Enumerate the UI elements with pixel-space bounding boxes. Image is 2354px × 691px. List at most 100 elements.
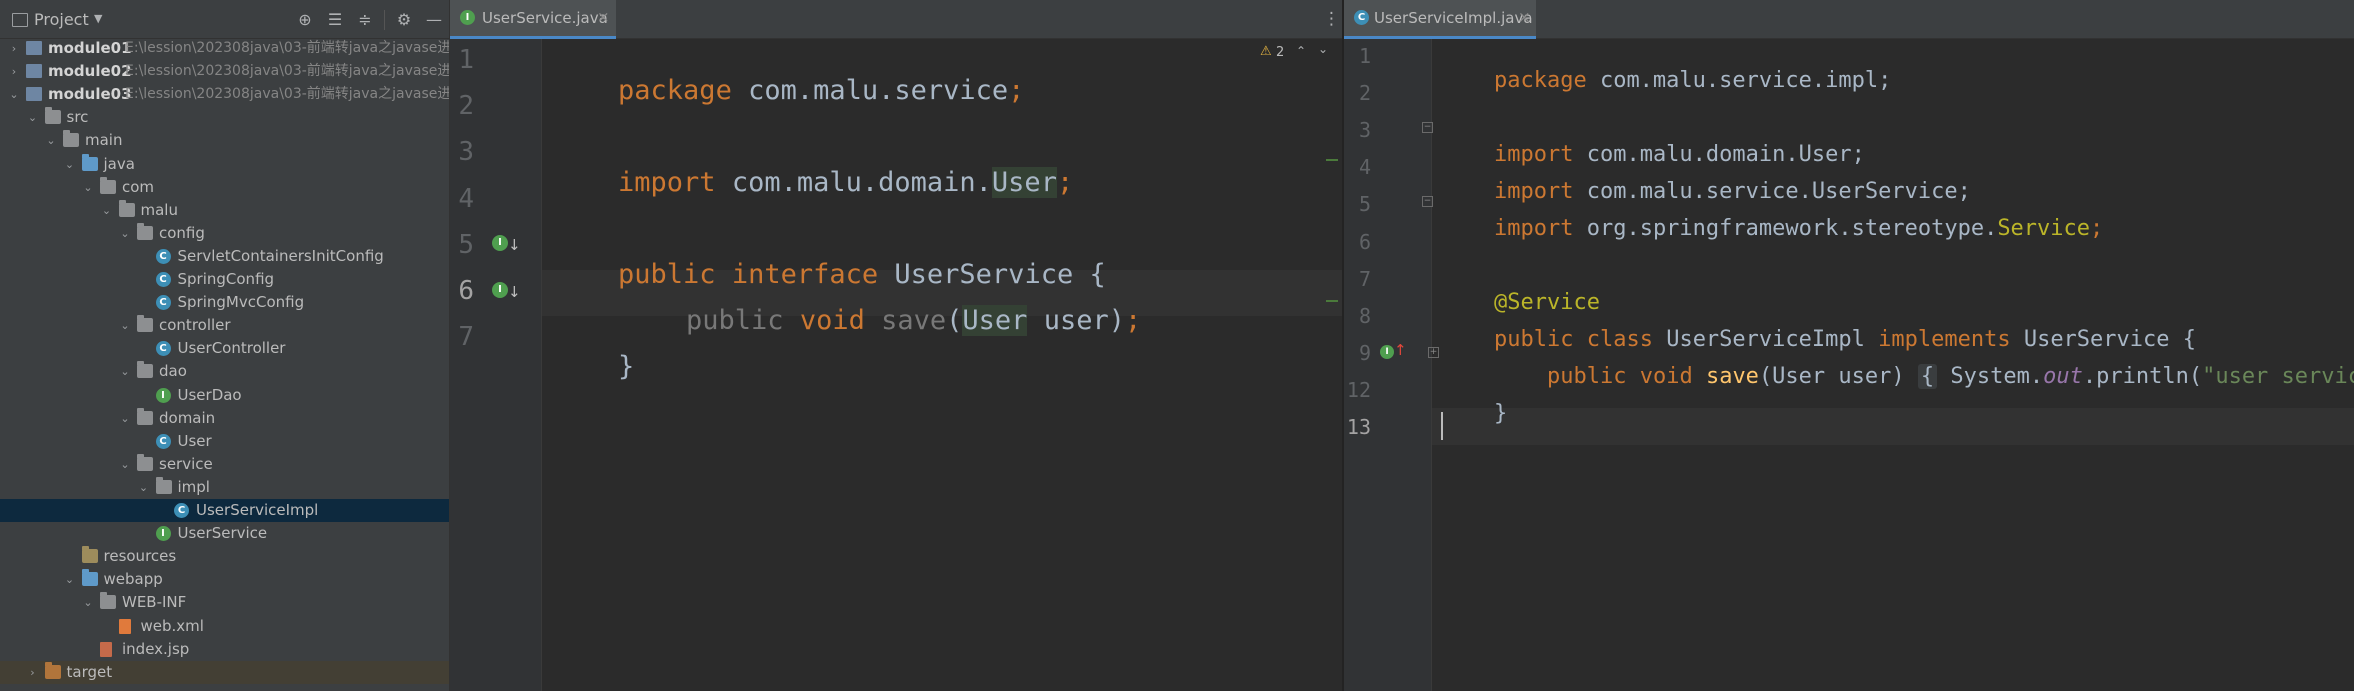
implements-icon[interactable]: I xyxy=(1380,345,1394,359)
expand-all-icon[interactable]: ☰ xyxy=(324,9,346,31)
tree-item-service[interactable]: ⌄ service xyxy=(0,453,449,476)
tree-item-springmvcconfig[interactable]: C SpringMvcConfig xyxy=(0,291,449,314)
code-line-9[interactable]: public void save(User user) { System.out… xyxy=(1494,339,2354,414)
code-line-1[interactable]: package com.malu.service.impl; xyxy=(1441,43,1891,118)
tree-item-springconfig[interactable]: C SpringConfig xyxy=(0,268,449,291)
project-view-dropdown[interactable]: Project xyxy=(34,10,89,29)
collapse-all-icon[interactable]: ≑ xyxy=(354,9,376,31)
tree-item-controller[interactable]: ⌄ controller xyxy=(0,314,449,337)
tab-userserviceimpl[interactable]: C UserServiceImpl.java × xyxy=(1344,0,1536,39)
chevron-down-icon[interactable]: ⌄ xyxy=(119,314,131,337)
close-icon[interactable]: × xyxy=(597,8,610,26)
chevron-down-icon[interactable]: ⌄ xyxy=(119,222,131,245)
folder-icon xyxy=(137,222,153,240)
chevron-down-icon[interactable]: ⌄ xyxy=(8,83,20,106)
tree-item-servletcontainersinitconfig[interactable]: C ServletContainersInitConfig xyxy=(0,245,449,268)
chevron-down-icon[interactable]: ⌄ xyxy=(1318,42,1328,56)
chevron-down-icon[interactable]: ⌄ xyxy=(45,129,57,152)
interface-icon: I xyxy=(460,10,475,25)
chevron-down-icon[interactable]: ⌄ xyxy=(119,360,131,383)
line-number: 2 xyxy=(458,91,474,122)
text-caret xyxy=(1441,412,1443,440)
chevron-down-icon[interactable]: ▼ xyxy=(94,12,102,25)
warning-count[interactable]: 2 xyxy=(1276,45,1284,60)
tree-item-label: ServletContainersInitConfig xyxy=(177,246,384,265)
tree-item-label: module01 xyxy=(48,39,132,57)
chevron-down-icon[interactable]: ⌄ xyxy=(82,176,94,199)
tree-item-java[interactable]: ⌄ java xyxy=(0,153,449,176)
fold-marker-icon[interactable]: − xyxy=(1422,196,1433,207)
tree-item-web-inf[interactable]: ⌄ WEB-INF xyxy=(0,591,449,614)
tree-item-userservice[interactable]: I UserService xyxy=(0,522,449,545)
tree-item-webapp[interactable]: ⌄ webapp xyxy=(0,568,449,591)
line-number: 7 xyxy=(458,322,474,353)
code-line-6[interactable]: public void save(User user); xyxy=(621,274,1141,367)
folder-icon xyxy=(81,569,98,587)
chevron-down-icon[interactable]: ⌄ xyxy=(64,568,76,591)
chevron-up-icon[interactable]: ⌃ xyxy=(1296,44,1306,58)
code-line-3[interactable]: import com.malu.domain.User; xyxy=(553,136,1073,229)
more-icon[interactable]: ⋮ xyxy=(1323,9,1340,29)
folder-icon xyxy=(137,407,153,425)
tree-item-src[interactable]: ⌄ src xyxy=(0,106,449,129)
tree-item-domain[interactable]: ⌄ domain xyxy=(0,407,449,430)
chevron-right-icon[interactable]: › xyxy=(27,661,39,684)
tab-userservice[interactable]: I UserService.java × xyxy=(450,0,616,39)
folder-icon xyxy=(44,107,61,125)
tree-item-user[interactable]: C User xyxy=(0,430,449,453)
tree-item-usercontroller[interactable]: C UserController xyxy=(0,337,449,360)
tree-item-module01[interactable]: › module01 E:\lession\202308java\03-前端转jav… xyxy=(0,37,449,60)
tree-item-web-xml[interactable]: web.xml xyxy=(0,615,449,638)
tree-item-dao[interactable]: ⌄ dao xyxy=(0,360,449,383)
code-line-5[interactable]: import org.springframework.stereotype.Se… xyxy=(1441,191,2103,266)
tree-item-userdao[interactable]: I UserDao xyxy=(0,384,449,407)
tree-item-label: malu xyxy=(140,200,178,219)
xml-file-icon xyxy=(118,618,131,634)
fold-marker-icon[interactable]: − xyxy=(1422,122,1433,133)
code-line-1[interactable]: package com.malu.service; xyxy=(553,44,1024,137)
tree-item-label: com xyxy=(122,177,155,196)
tree-item-malu[interactable]: ⌄ malu xyxy=(0,199,449,222)
tree-item-com[interactable]: ⌄ com xyxy=(0,176,449,199)
tree-item-module03[interactable]: ⌄ module03 E:\lession\202308java\03-前端转jav… xyxy=(0,83,449,106)
tree-item-config[interactable]: ⌄ config xyxy=(0,222,449,245)
fold-marker-icon[interactable]: + xyxy=(1428,347,1439,358)
change-marker xyxy=(1326,159,1338,161)
implemented-icon[interactable]: I xyxy=(492,282,508,298)
jsp-file-icon xyxy=(100,641,112,657)
chevron-down-icon[interactable]: ⌄ xyxy=(82,591,94,614)
tree-item-target[interactable]: › target xyxy=(0,660,449,684)
chevron-down-icon[interactable]: ⌄ xyxy=(119,453,131,476)
chevron-right-icon[interactable]: › xyxy=(8,60,20,83)
code-line-12[interactable]: } xyxy=(1441,376,1507,451)
chevron-down-icon[interactable]: ⌄ xyxy=(138,476,150,499)
folder-icon xyxy=(137,361,153,379)
tree-item-module02[interactable]: › module02 E:\lession\202308java\03-前端转jav… xyxy=(0,60,449,83)
locate-icon[interactable]: ⊕ xyxy=(294,9,316,31)
tree-item-main[interactable]: ⌄ main xyxy=(0,129,449,152)
tree-item-resources[interactable]: resources xyxy=(0,545,449,568)
chevron-right-icon[interactable]: › xyxy=(8,37,20,60)
implemented-icon[interactable]: I xyxy=(492,235,508,251)
tree-item-label: src xyxy=(66,108,89,127)
code-line-7[interactable]: } xyxy=(553,320,634,413)
line-number: 1 xyxy=(1358,44,1371,68)
tree-item-userserviceimpl[interactable]: C UserServiceImpl xyxy=(0,499,449,522)
chevron-down-icon[interactable]: ⌄ xyxy=(64,153,76,176)
class-icon: C xyxy=(155,272,171,287)
tree-item-label: User xyxy=(177,431,212,450)
folded-block: { xyxy=(1917,364,1938,389)
warning-icon[interactable]: ⚠ xyxy=(1260,44,1272,59)
project-header: Project ▼ ⊕ ☰ ≑ ⚙ — xyxy=(0,0,449,39)
gear-icon[interactable]: ⚙ xyxy=(393,9,415,31)
minimize-icon[interactable]: — xyxy=(423,9,445,31)
tree-item-impl[interactable]: ⌄ impl xyxy=(0,476,449,499)
arrow-up-icon: ↑ xyxy=(1394,341,1407,359)
tree-item-index-jsp[interactable]: index.jsp xyxy=(0,638,449,661)
chevron-down-icon[interactable]: ⌄ xyxy=(27,106,39,129)
chevron-down-icon[interactable]: ⌄ xyxy=(119,407,131,430)
chevron-down-icon[interactable]: ⌄ xyxy=(101,199,113,222)
close-icon[interactable]: × xyxy=(1518,8,1531,26)
tab-label: UserService.java xyxy=(482,9,608,27)
tree-item-label: SpringMvcConfig xyxy=(177,293,305,312)
